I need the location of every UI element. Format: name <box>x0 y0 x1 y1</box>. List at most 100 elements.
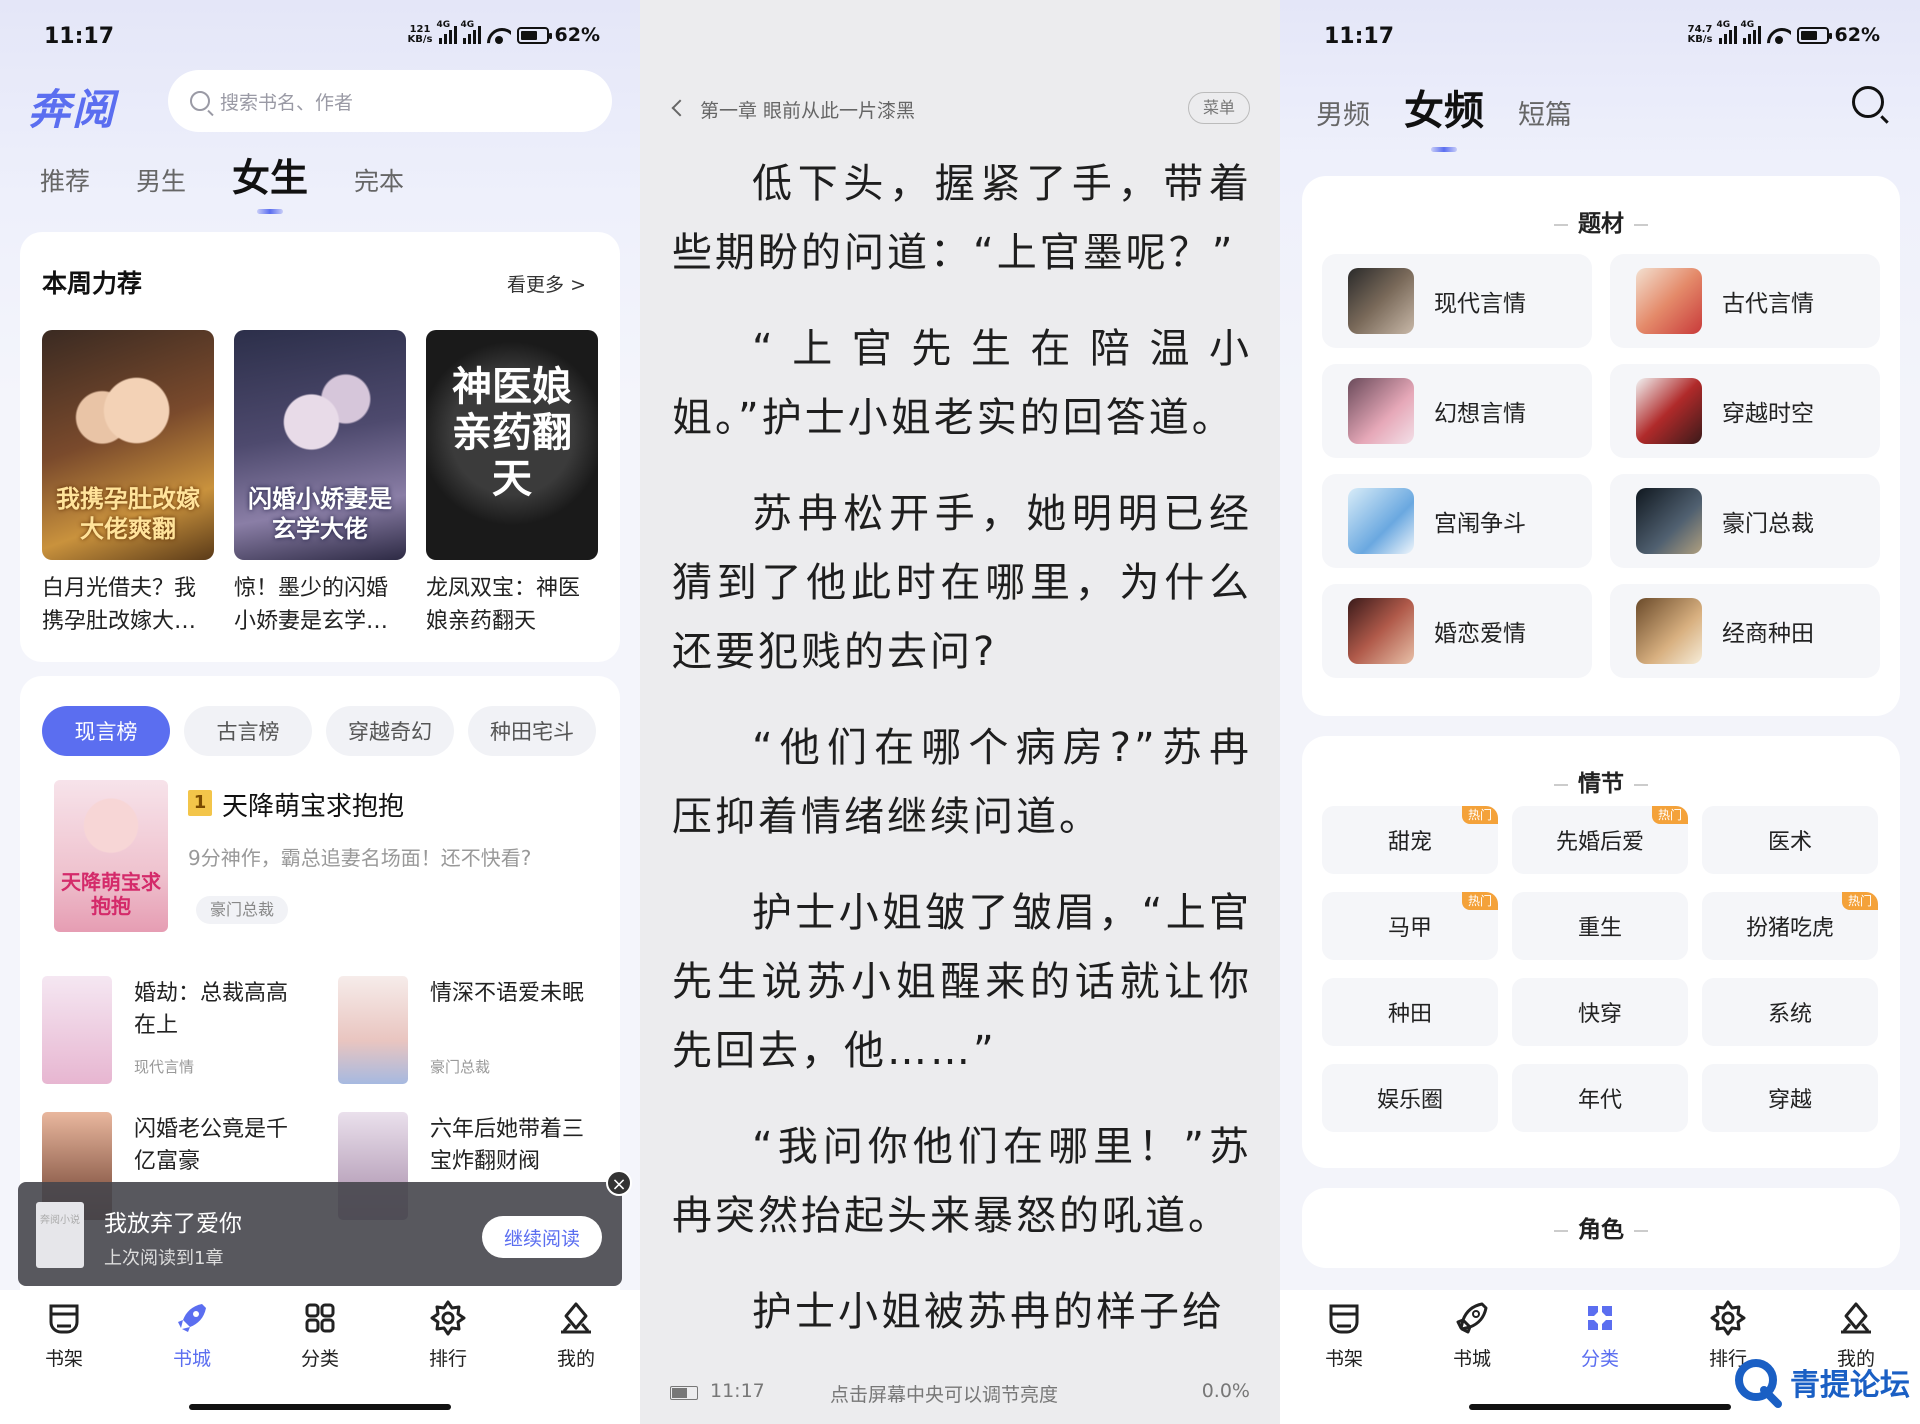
plot-tag[interactable]: 先婚后爱 热门 <box>1512 806 1688 874</box>
nav-ranking[interactable]: 排行 <box>408 1298 488 1371</box>
tab-completed[interactable]: 完本 <box>354 162 404 202</box>
watermark: 青提论坛 <box>1730 1354 1910 1410</box>
genre-thumbnail <box>1348 598 1414 664</box>
genre-item[interactable]: 幻想言情 <box>1322 364 1592 458</box>
book-title: 闪婚老公竟是千亿富豪 <box>134 1117 289 1174</box>
genre-item[interactable]: 宫闱争斗 <box>1322 474 1592 568</box>
reader-panel[interactable]: 第一章 眼前从此一片漆黑 菜单 低下头，握紧了手，带着些期盼的问道：“上官墨呢？… <box>640 0 1280 1424</box>
home-indicator <box>189 1404 451 1410</box>
search-icon[interactable] <box>1852 86 1884 118</box>
profile-icon <box>1841 1302 1871 1334</box>
plot-tag[interactable]: 医术 <box>1702 806 1878 874</box>
paragraph: “上官先生在陪温小姐。”护士小姐老实的回答道。 <box>672 326 1252 441</box>
brightness-hint: 点击屏幕中央可以调节亮度 <box>830 1384 1059 1406</box>
channel-tabs: 推荐 男生 女生 完本 <box>40 147 404 214</box>
rocket-icon <box>178 1304 206 1332</box>
rank-tab-fantasy[interactable]: 穿越奇幻 <box>326 706 454 756</box>
nav-bookstore[interactable]: 书城 <box>152 1298 232 1371</box>
search-placeholder: 搜索书名、作者 <box>220 91 354 114</box>
book-card[interactable]: 闪婚小娇妻是玄学大佬 惊！墨少的闪婚小娇妻是玄学… <box>234 330 406 638</box>
app-logo: 奔阅 <box>28 85 117 134</box>
hot-badge: 热门 <box>1461 806 1498 824</box>
last-read-progress: 上次阅读到1章 <box>104 1248 224 1269</box>
chapter-text: 低下头，握紧了手，带着些期盼的问道：“上官墨呢？” “上官先生在陪温小姐。”护士… <box>672 150 1252 1374</box>
genre-item[interactable]: 经商种田 <box>1610 584 1880 678</box>
paragraph: 苏冉松开手，她明明已经猜到了他此时在哪里，为什么还要犯贱的去问? <box>672 491 1252 675</box>
book-cover <box>338 976 408 1084</box>
book-cover <box>42 976 112 1084</box>
tab-short[interactable]: 短篇 <box>1518 93 1572 136</box>
tab-female-channel[interactable]: 女频 <box>1404 78 1484 152</box>
continue-reading-button[interactable]: 继续阅读 <box>482 1216 602 1258</box>
tab-male-channel[interactable]: 男频 <box>1316 93 1370 136</box>
rank-tabs: 现言榜 古言榜 穿越奇幻 种田宅斗 <box>42 706 596 756</box>
genre-item[interactable]: 豪门总裁 <box>1610 474 1880 568</box>
search-input[interactable]: 搜索书名、作者 <box>168 70 612 132</box>
status-bar: 11:17 121 KB/s 4G 4G 62% <box>0 20 640 52</box>
continue-reading-banner[interactable]: 奔阅小说 我放弃了爱你 上次阅读到1章 继续阅读 × <box>18 1170 632 1286</box>
menu-button[interactable]: 菜单 <box>1188 92 1250 124</box>
genre-item[interactable]: 婚恋爱情 <box>1322 584 1592 678</box>
signal-icon: 4G <box>1741 20 1761 44</box>
plot-tag[interactable]: 系统 <box>1702 978 1878 1046</box>
reader-footer: 11:17 点击屏幕中央可以调节亮度 0.0% <box>670 1380 1250 1410</box>
tab-male[interactable]: 男生 <box>136 162 186 202</box>
tab-female[interactable]: 女生 <box>232 147 308 214</box>
book-genre: 豪门总裁 <box>430 1058 491 1076</box>
profile-icon <box>561 1302 591 1334</box>
close-icon[interactable]: × <box>606 1170 632 1196</box>
ranking-icon <box>430 1300 466 1336</box>
rocket-icon <box>1456 1302 1488 1334</box>
paragraph: 低下头，握紧了手，带着些期盼的问道：“上官墨呢？” <box>672 161 1252 276</box>
nav-bookshelf[interactable]: 书架 <box>1304 1298 1384 1371</box>
section-title: 情节 <box>1302 764 1900 798</box>
last-book-title: 我放弃了爱你 <box>104 1211 242 1237</box>
nav-bookstore[interactable]: 书城 <box>1432 1298 1512 1371</box>
nav-category[interactable]: 分类 <box>280 1298 360 1371</box>
category-panel: 11:17 74.7 KB/s 4G 4G 62% 男频 女频 短篇 题材 现代言… <box>1280 0 1920 1424</box>
bookstore-panel: 11:17 121 KB/s 4G 4G 62% 奔阅 搜索书名、作者 推荐 男生… <box>0 0 640 1424</box>
status-time: 11:17 <box>1324 24 1395 49</box>
plot-tag[interactable]: 穿越 <box>1702 1064 1878 1132</box>
battery-level: 62% <box>1834 24 1880 46</box>
plot-tag[interactable]: 快穿 <box>1512 978 1688 1046</box>
book-cover: 我携孕肚改嫁大佬爽翻 <box>42 330 214 560</box>
net-speed: 121 KB/s <box>407 24 433 45</box>
plot-tag[interactable]: 重生 <box>1512 892 1688 960</box>
genre-item[interactable]: 古代言情 <box>1610 254 1880 348</box>
net-speed: 74.7 KB/s <box>1687 24 1713 45</box>
back-icon[interactable] <box>671 99 689 117</box>
book-description: 9分神作，霸总追妻名场面！还不快看? <box>188 846 532 870</box>
book-title: 龙凤双宝：神医娘亲药翻天 <box>426 576 581 634</box>
plot-tag[interactable]: 扮猪吃虎 热门 <box>1702 892 1878 960</box>
section-title: 本周力荐 <box>42 269 143 298</box>
book-cover: 闪婚小娇妻是玄学大佬 <box>234 330 406 560</box>
plot-tag[interactable]: 种田 <box>1322 978 1498 1046</box>
genre-item[interactable]: 现代言情 <box>1322 254 1592 348</box>
book-card[interactable]: 神医娘亲药翻天 龙凤双宝：神医娘亲药翻天 <box>426 330 598 638</box>
tab-recommend[interactable]: 推荐 <box>40 162 90 202</box>
home-indicator <box>1469 1404 1731 1410</box>
genre-thumbnail <box>1348 378 1414 444</box>
nav-bookshelf[interactable]: 书架 <box>24 1298 104 1371</box>
plot-tag[interactable]: 马甲 热门 <box>1322 892 1498 960</box>
book-cover: 天降萌宝求抱抱 <box>54 780 168 932</box>
reader-time: 11:17 <box>710 1380 765 1402</box>
plot-tag[interactable]: 娱乐圈 <box>1322 1064 1498 1132</box>
rank-tab-farming[interactable]: 种田宅斗 <box>468 706 596 756</box>
genre-thumbnail <box>1348 488 1414 554</box>
rank-tab-ancient[interactable]: 古言榜 <box>184 706 312 756</box>
plot-tag[interactable]: 甜宠 热门 <box>1322 806 1498 874</box>
book-cover: 神医娘亲药翻天 <box>426 330 598 560</box>
rank-tab-modern[interactable]: 现言榜 <box>42 706 170 756</box>
nav-category[interactable]: 分类 <box>1560 1298 1640 1371</box>
see-more-link[interactable]: 看更多 > <box>507 270 586 297</box>
genre-item[interactable]: 穿越时空 <box>1610 364 1880 458</box>
book-card[interactable]: 我携孕肚改嫁大佬爽翻 白月光借夫？我携孕肚改嫁大… <box>42 330 214 638</box>
paragraph: 护士小姐皱了皱眉，“上官先生说苏小姐醒来的话就让你先回去，他……” <box>672 890 1252 1074</box>
nav-profile[interactable]: 我的 <box>536 1298 616 1371</box>
plot-tag[interactable]: 年代 <box>1512 1064 1688 1132</box>
battery-icon <box>516 26 552 44</box>
book-title: 六年后她带着三宝炸翻财阀 <box>430 1117 585 1174</box>
genre-thumbnail <box>1636 268 1702 334</box>
